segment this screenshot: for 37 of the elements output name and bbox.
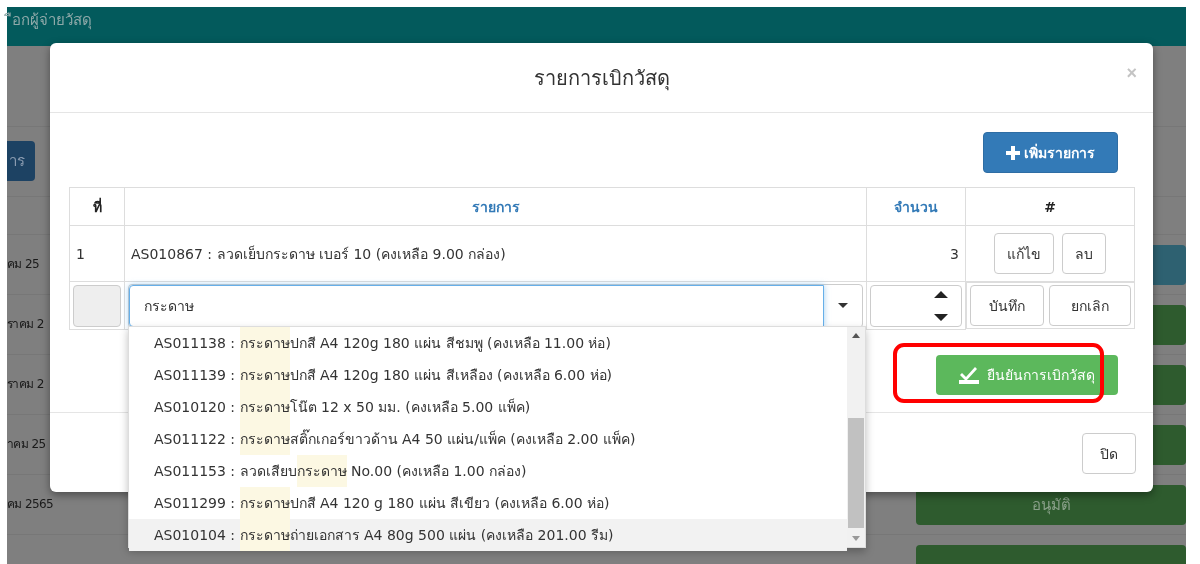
add-item-button[interactable]: เพิ่มรายการ <box>983 132 1118 173</box>
column-header: # <box>965 187 1135 226</box>
dropdown-option[interactable]: AS011153 : ลวดเสียบกระดาษ No.00 (คงเหลือ 1.00 กล่อง) <box>129 455 847 487</box>
date-text: คม 2565 <box>7 495 54 513</box>
row-action-button[interactable]: ยกเลิก <box>1048 285 1131 326</box>
date-text: คม 25 <box>7 255 40 273</box>
column-header: ที่ <box>69 187 125 226</box>
row-action-button[interactable]: แก้ไข <box>994 233 1054 274</box>
dropdown-option[interactable]: AS011138 : กระดาษปกสี A4 120g 180 แผ่น สีชมพู (คงเหลือ 11.00 ห่อ) <box>129 327 847 359</box>
date-text: าคม 25 <box>7 435 46 453</box>
row-action-button[interactable]: บันทึก <box>970 285 1044 326</box>
scrollbar[interactable] <box>847 327 865 547</box>
modal-title: รายการเบิกวัสดุ <box>533 64 670 93</box>
dropdown-option[interactable]: AS011122 : กระดาษสติ๊กเกอร์ขาวด้าน A4 50 แผ่น/แพ็ค (คงเหลือ 2.00 แพ็ค) <box>129 423 847 455</box>
dropdown-option[interactable]: AS011299 : กระดาษปกสี A4 120 g 180 แผ่น สีเขียว (คงเหลือ 6.00 ห่อ) <box>129 487 847 519</box>
scrollbar-thumb[interactable] <box>848 418 864 528</box>
dropdown-option[interactable]: AS011139 : กระดาษปกสี A4 120g 180 แผ่น สีเหลือง (คงเหลือ 6.00 ห่อ) <box>129 359 847 391</box>
scroll-down-icon <box>852 536 860 541</box>
column-header: รายการ <box>124 187 867 226</box>
disabled-field <box>73 284 121 327</box>
toolbar-button[interactable]: าร <box>7 141 35 181</box>
column-header: จำนวน <box>866 187 966 226</box>
table-cell: 3 <box>866 225 966 282</box>
scroll-up-icon <box>852 333 860 338</box>
date-text: ราคม 2 <box>7 315 44 333</box>
date-text: ราคม 2 <box>7 375 44 393</box>
row-action-button[interactable]: ลบ <box>1062 233 1106 274</box>
caret-icon <box>838 303 848 308</box>
dropdown-option[interactable]: AS010104 : กระดาษถ่ายเอกสาร A4 80g 500 แผ่น (คงเหลือ 201.00 รีม) <box>129 519 847 551</box>
close-button[interactable]: ปิด <box>1082 433 1136 474</box>
table-cell: 1 <box>69 225 125 282</box>
spinner-icon <box>934 290 948 321</box>
dropdown-option[interactable]: AS010120 : กระดาษโน๊ต 12 x 50 มม. (คงเหลือ 5.00 แพ็ค) <box>129 391 847 423</box>
table-cell: AS010867 : ลวดเย็บกระดาษ เบอร์ 10 (คงเหลือ 9.00 กล่อง) <box>124 225 867 282</box>
plus-icon <box>1006 145 1020 160</box>
quantity-field[interactable] <box>870 284 962 327</box>
tick-icon <box>959 366 979 384</box>
